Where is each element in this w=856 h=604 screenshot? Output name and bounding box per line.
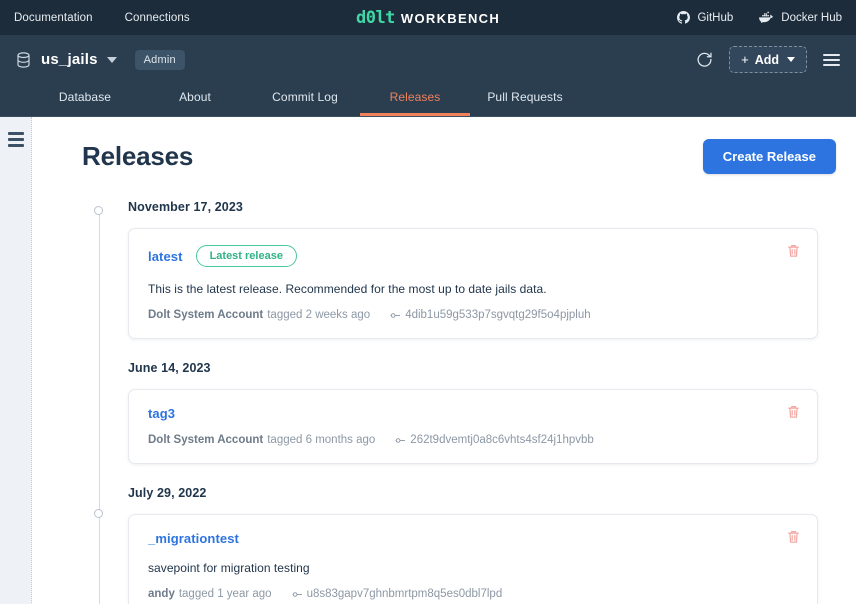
workbench-wordmark: WORKBENCH — [401, 11, 500, 26]
hamburger-icon-bar — [8, 132, 24, 135]
release-group: June 14, 2023 tag3 Dolt Sy — [98, 361, 838, 464]
release-author: andy — [148, 588, 175, 600]
repository-header: us_jails Admin + Add Database A — [0, 35, 856, 117]
release-description: savepoint for migration testing — [148, 561, 798, 575]
release-card-header: _migrationtest — [148, 531, 798, 546]
github-icon — [677, 11, 690, 24]
tab-pull-requests[interactable]: Pull Requests — [470, 90, 580, 116]
plus-icon: + — [741, 52, 749, 67]
release-group: November 17, 2023 latest Latest release — [98, 200, 838, 339]
page-title: Releases — [82, 141, 193, 172]
tab-commit-log[interactable]: Commit Log — [250, 90, 360, 116]
database-icon — [16, 52, 31, 68]
top-nav-external-links: GitHub Docker Hub — [677, 11, 842, 24]
commit-icon — [395, 436, 406, 445]
releases-timeline: November 17, 2023 latest Latest release — [50, 200, 838, 604]
hamburger-icon-bar — [823, 54, 840, 56]
release-commit-hash[interactable]: 262t9dvemtj0a8c6vhts4sf24j1hpvbb — [395, 434, 594, 446]
dolt-workbench-logo[interactable]: d0lt WORKBENCH — [356, 8, 500, 28]
chevron-down-icon[interactable] — [107, 57, 117, 63]
sidebar-toggle-button[interactable] — [8, 132, 24, 604]
delete-release-button[interactable] — [787, 405, 800, 419]
release-tag-link[interactable]: latest — [148, 249, 183, 264]
release-card-header: tag3 — [148, 406, 798, 421]
tab-about[interactable]: About — [140, 90, 250, 116]
release-meta: Dolt System Account tagged 6 months ago … — [148, 434, 798, 446]
release-commit-hash-text: 4dib1u59g533p7sgvqtg29f5o4pjpluh — [405, 309, 590, 321]
latest-release-badge: Latest release — [196, 245, 297, 267]
release-card: _migrationtest savepoint for migration t… — [128, 514, 818, 604]
release-tagged-time: tagged 1 year ago — [179, 588, 272, 600]
release-commit-hash-text: u8s83gapv7ghnbmrtpm8q5es0dbl7lpd — [307, 588, 503, 600]
release-commit-hash-text: 262t9dvemtj0a8c6vhts4sf24j1hpvbb — [410, 434, 594, 446]
release-date-heading: July 29, 2022 — [128, 486, 838, 500]
release-card: latest Latest release This is the latest… — [128, 228, 818, 339]
nav-link-documentation[interactable]: Documentation — [14, 12, 93, 24]
docker-hub-link[interactable]: Docker Hub — [759, 11, 842, 24]
github-link-label: GitHub — [697, 12, 733, 24]
header-menu-button[interactable] — [823, 54, 840, 66]
release-date-heading: June 14, 2023 — [128, 361, 838, 375]
add-button[interactable]: + Add — [729, 46, 807, 73]
hamburger-icon-bar — [823, 64, 840, 66]
left-rail — [0, 117, 32, 604]
release-tagged-time: tagged 6 months ago — [267, 434, 375, 446]
tab-database[interactable]: Database — [30, 90, 140, 116]
docker-hub-link-label: Docker Hub — [781, 12, 842, 24]
repository-tabs: Database About Commit Log Releases Pull … — [16, 84, 840, 116]
top-navigation-bar: Documentation Connections d0lt WORKBENCH… — [0, 0, 856, 35]
page-body: Releases Create Release November 17, 202… — [0, 117, 856, 604]
nav-link-connections[interactable]: Connections — [125, 12, 190, 24]
top-nav-links: Documentation Connections — [14, 12, 190, 24]
commit-icon — [292, 590, 303, 599]
repository-header-actions: + Add — [696, 46, 840, 73]
hamburger-icon-bar — [823, 59, 840, 61]
release-card-header: latest Latest release — [148, 245, 798, 267]
releases-content: Releases Create Release November 17, 202… — [32, 117, 856, 604]
hamburger-icon-bar — [8, 144, 24, 147]
timeline-dot — [94, 509, 103, 518]
release-meta: andy tagged 1 year ago u8s83gapv7ghnbmrt… — [148, 588, 798, 600]
hamburger-icon-bar — [8, 138, 24, 141]
add-button-label: Add — [755, 53, 779, 67]
timeline-dot — [94, 206, 103, 215]
refresh-icon[interactable] — [696, 51, 713, 68]
dolt-wordmark: d0lt — [356, 8, 395, 28]
release-author: Dolt System Account — [148, 309, 263, 321]
docker-icon — [759, 11, 774, 24]
release-date-heading: November 17, 2023 — [128, 200, 838, 214]
repository-name[interactable]: us_jails — [41, 51, 98, 68]
release-card: tag3 Dolt System Account tagged 6 months… — [128, 389, 818, 464]
releases-header: Releases Create Release — [50, 139, 838, 174]
release-group: July 29, 2022 _migrationtest savepoint — [98, 486, 838, 604]
chevron-down-icon — [787, 57, 795, 62]
delete-release-button[interactable] — [787, 244, 800, 258]
release-commit-hash[interactable]: 4dib1u59g533p7sgvqtg29f5o4pjpluh — [390, 309, 590, 321]
release-tag-link[interactable]: tag3 — [148, 406, 175, 421]
release-tag-link[interactable]: _migrationtest — [148, 531, 239, 546]
release-author: Dolt System Account — [148, 434, 263, 446]
release-tagged-time: tagged 2 weeks ago — [267, 309, 370, 321]
role-badge: Admin — [135, 50, 185, 70]
github-link[interactable]: GitHub — [677, 11, 733, 24]
tab-releases[interactable]: Releases — [360, 90, 470, 116]
create-release-button[interactable]: Create Release — [703, 139, 836, 174]
release-meta: Dolt System Account tagged 2 weeks ago 4… — [148, 309, 798, 321]
release-description: This is the latest release. Recommended … — [148, 282, 798, 296]
release-commit-hash[interactable]: u8s83gapv7ghnbmrtpm8q5es0dbl7lpd — [292, 588, 503, 600]
repository-header-row: us_jails Admin + Add — [16, 35, 840, 84]
commit-icon — [390, 311, 401, 320]
delete-release-button[interactable] — [787, 530, 800, 544]
